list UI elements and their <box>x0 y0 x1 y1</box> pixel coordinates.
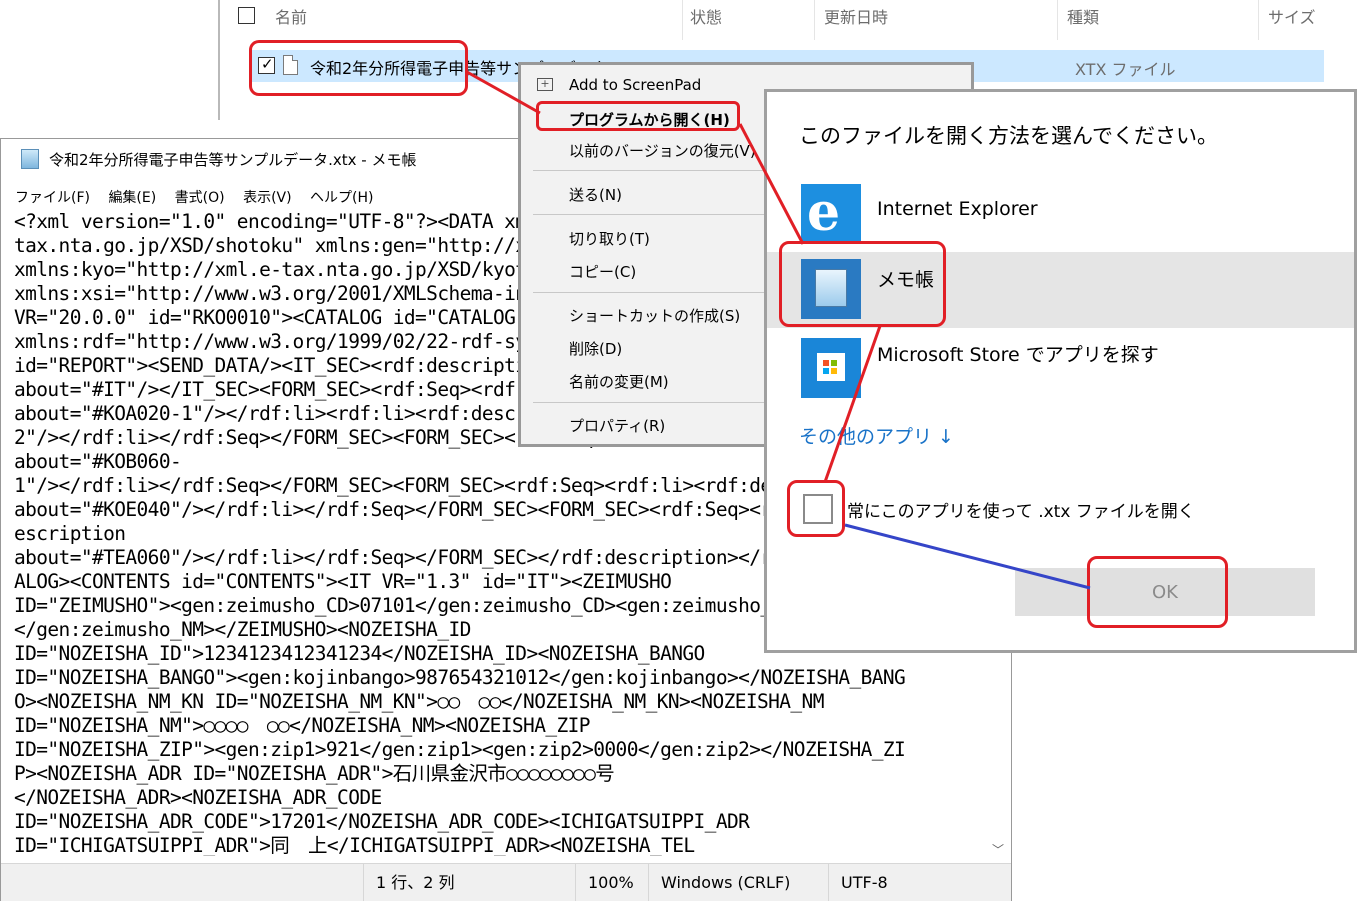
menu-item-cut[interactable]: 切り取り(T) <box>569 228 650 249</box>
column-header-status[interactable]: 状態 <box>690 4 722 32</box>
menu-item-create-shortcut[interactable]: ショートカットの作成(S) <box>569 305 740 326</box>
column-header-type[interactable]: 種類 <box>1067 4 1099 32</box>
always-use-checkbox[interactable] <box>803 494 833 524</box>
open-with-dialog: このファイルを開く方法を選んでください。 e Internet Explorer… <box>764 89 1357 653</box>
menu-divider <box>533 402 771 403</box>
menu-edit[interactable]: 編集(E) <box>108 190 156 206</box>
menu-item-delete[interactable]: 削除(D) <box>569 338 622 359</box>
file-row-checkbox[interactable]: ✓ <box>258 55 275 74</box>
menu-divider <box>533 170 771 171</box>
select-all-checkbox[interactable] <box>238 7 255 24</box>
checkmark-icon: ✓ <box>261 55 274 73</box>
notepad-menubar: ファイル(F) 編集(E) 書式(O) 表示(V) ヘルプ(H) <box>15 187 388 207</box>
menu-item-send-to[interactable]: 送る(N) <box>569 184 622 205</box>
dialog-title: このファイルを開く方法を選んでください。 <box>799 124 1218 148</box>
internet-explorer-icon: e <box>801 184 861 244</box>
add-screenpad-icon: + <box>537 78 553 91</box>
notepad-title: 令和2年分所得電子申告等サンプルデータ.xtx - メモ帳 <box>49 151 417 169</box>
menu-item-copy[interactable]: コピー(C) <box>569 261 636 282</box>
notepad-app-icon <box>801 259 861 319</box>
menu-format[interactable]: 書式(O) <box>175 190 225 206</box>
app-option-internet-explorer[interactable]: e Internet Explorer <box>767 180 1354 256</box>
microsoft-store-icon <box>801 338 861 398</box>
status-zoom: 100% <box>575 864 648 901</box>
notepad-icon <box>21 149 39 169</box>
menu-item-add-screenpad[interactable]: Add to ScreenPad <box>569 76 701 94</box>
menu-divider <box>533 292 771 293</box>
menu-item-restore-previous[interactable]: 以前のバージョンの復元(V) <box>569 140 756 161</box>
menu-view[interactable]: 表示(V) <box>243 190 292 206</box>
more-apps-link[interactable]: その他のアプリ ↓ <box>799 422 954 449</box>
always-use-label: 常にこのアプリを使って .xtx ファイルを開く <box>847 502 1195 522</box>
file-type: XTX ファイル <box>1075 60 1176 79</box>
notepad-statusbar: 1 行、2 列 100% Windows (CRLF) UTF-8 <box>1 863 1011 901</box>
document-file-icon <box>283 55 298 75</box>
menu-help[interactable]: ヘルプ(H) <box>310 190 373 206</box>
menu-file[interactable]: ファイル(F) <box>15 190 90 206</box>
app-name-notepad: メモ帳 <box>877 269 935 291</box>
app-option-microsoft-store[interactable]: Microsoft Store でアプリを探す <box>767 330 1354 406</box>
column-header-size[interactable]: サイズ <box>1268 4 1316 32</box>
column-header-name[interactable]: 名前 <box>275 4 307 32</box>
app-name-internet-explorer: Internet Explorer <box>877 198 1038 220</box>
column-header-modified[interactable]: 更新日時 <box>824 4 888 32</box>
chevron-down-icon[interactable]: ﹀ <box>992 841 1004 858</box>
menu-item-open-with[interactable]: プログラムから開く(H) <box>569 109 730 130</box>
menu-divider <box>533 214 771 215</box>
menu-item-properties[interactable]: プロパティ(R) <box>569 415 665 436</box>
status-line-ending: Windows (CRLF) <box>648 864 828 901</box>
status-position: 1 行、2 列 <box>363 864 575 901</box>
menu-item-rename[interactable]: 名前の変更(M) <box>569 371 669 392</box>
app-name-microsoft-store: Microsoft Store でアプリを探す <box>877 344 1159 366</box>
ok-button[interactable]: OK <box>1015 568 1315 616</box>
app-option-notepad[interactable]: メモ帳 <box>767 252 1354 328</box>
status-encoding: UTF-8 <box>828 864 1011 901</box>
